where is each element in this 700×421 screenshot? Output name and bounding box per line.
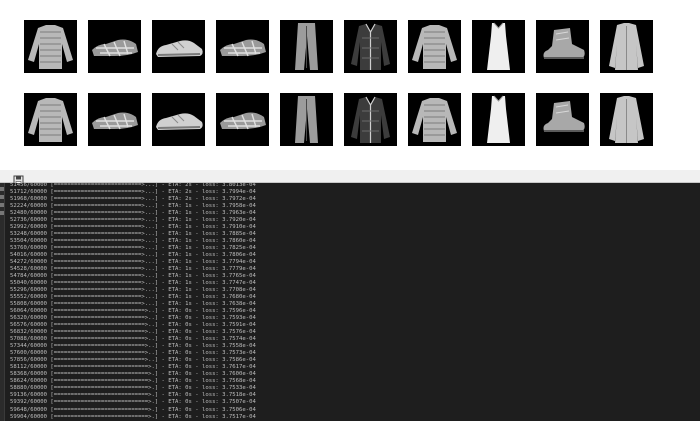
pullover-image <box>408 93 461 146</box>
console-line: 55296/60000 [==========================>… <box>10 287 256 294</box>
shirt-image <box>344 93 397 146</box>
console-line: 54016/60000 [==========================>… <box>10 252 256 259</box>
console-line: 57856/60000 [===========================… <box>10 357 256 364</box>
console-line: 55040/60000 [==========================>… <box>10 280 256 287</box>
sandal-image <box>88 93 141 146</box>
console-line: 53504/60000 [==========================>… <box>10 238 256 245</box>
pullover-image <box>24 93 77 146</box>
dress-image <box>472 20 525 73</box>
console-line: 51968/60000 [==========================>… <box>10 196 256 203</box>
console-line: 55808/60000 [==========================>… <box>10 301 256 308</box>
trouser-image <box>280 93 333 146</box>
ankle-boot-image <box>536 20 589 73</box>
panel-icon[interactable] <box>0 187 4 191</box>
console-line: 52224/60000 [==========================>… <box>10 203 256 210</box>
console-lines: 51456/60000 [==========================>… <box>10 183 364 421</box>
output-figure <box>0 0 700 170</box>
console-toolbar <box>0 170 700 186</box>
console-line: 52992/60000 [==========================>… <box>10 224 256 231</box>
dress-image <box>472 93 525 146</box>
console-line: 56064/60000 [===========================… <box>10 308 256 315</box>
console-line: 53248/60000 [==========================>… <box>10 231 256 238</box>
console-line: 57088/60000 [===========================… <box>10 336 256 343</box>
console-line: 52480/60000 [==========================>… <box>10 210 256 217</box>
console-line: 54272/60000 [==========================>… <box>10 259 256 266</box>
panel-icon[interactable] <box>0 211 4 215</box>
save-icon[interactable] <box>13 171 24 186</box>
console-output[interactable]: 51456/60000 [==========================>… <box>5 183 700 421</box>
sandal-image <box>88 20 141 73</box>
console-line: 55552/60000 [==========================>… <box>10 294 256 301</box>
panel-icon[interactable] <box>0 195 4 199</box>
pullover-image <box>408 20 461 73</box>
console-line: 59648/60000 [===========================… <box>10 406 256 413</box>
shirt-image <box>344 20 397 73</box>
console-line: 54528/60000 [==========================>… <box>10 266 256 273</box>
sandal-image <box>216 93 269 146</box>
console-line: 56832/60000 [===========================… <box>10 329 256 336</box>
console-line: 57344/60000 [===========================… <box>10 343 256 350</box>
sneaker-image <box>152 93 205 146</box>
console-line: 57600/60000 [===========================… <box>10 350 256 357</box>
console-line: 59136/60000 [===========================… <box>10 392 256 399</box>
ankle-boot-image <box>536 93 589 146</box>
pullover-image <box>24 20 77 73</box>
sneaker-image <box>152 20 205 73</box>
console-line: 58368/60000 [===========================… <box>10 371 256 378</box>
console-line: 59392/60000 [===========================… <box>10 399 256 406</box>
trouser-image <box>280 20 333 73</box>
console-line: 58624/60000 [===========================… <box>10 378 256 385</box>
console-line: 56320/60000 [===========================… <box>10 315 256 322</box>
coat-image <box>600 93 653 146</box>
panel-icon[interactable] <box>0 203 4 207</box>
coat-image <box>600 20 653 73</box>
console-line: 52736/60000 [==========================>… <box>10 217 256 224</box>
console-line: 58880/60000 [===========================… <box>10 385 256 392</box>
console-line: 53760/60000 [==========================>… <box>10 245 256 252</box>
sandal-image <box>216 20 269 73</box>
console-line: 59904/60000 [===========================… <box>10 413 256 420</box>
console-line: 56576/60000 [===========================… <box>10 322 256 329</box>
console-line: 54784/60000 [==========================>… <box>10 273 256 280</box>
console-line: 58112/60000 [===========================… <box>10 364 256 371</box>
console-line: 51712/60000 [==========================>… <box>10 189 256 196</box>
